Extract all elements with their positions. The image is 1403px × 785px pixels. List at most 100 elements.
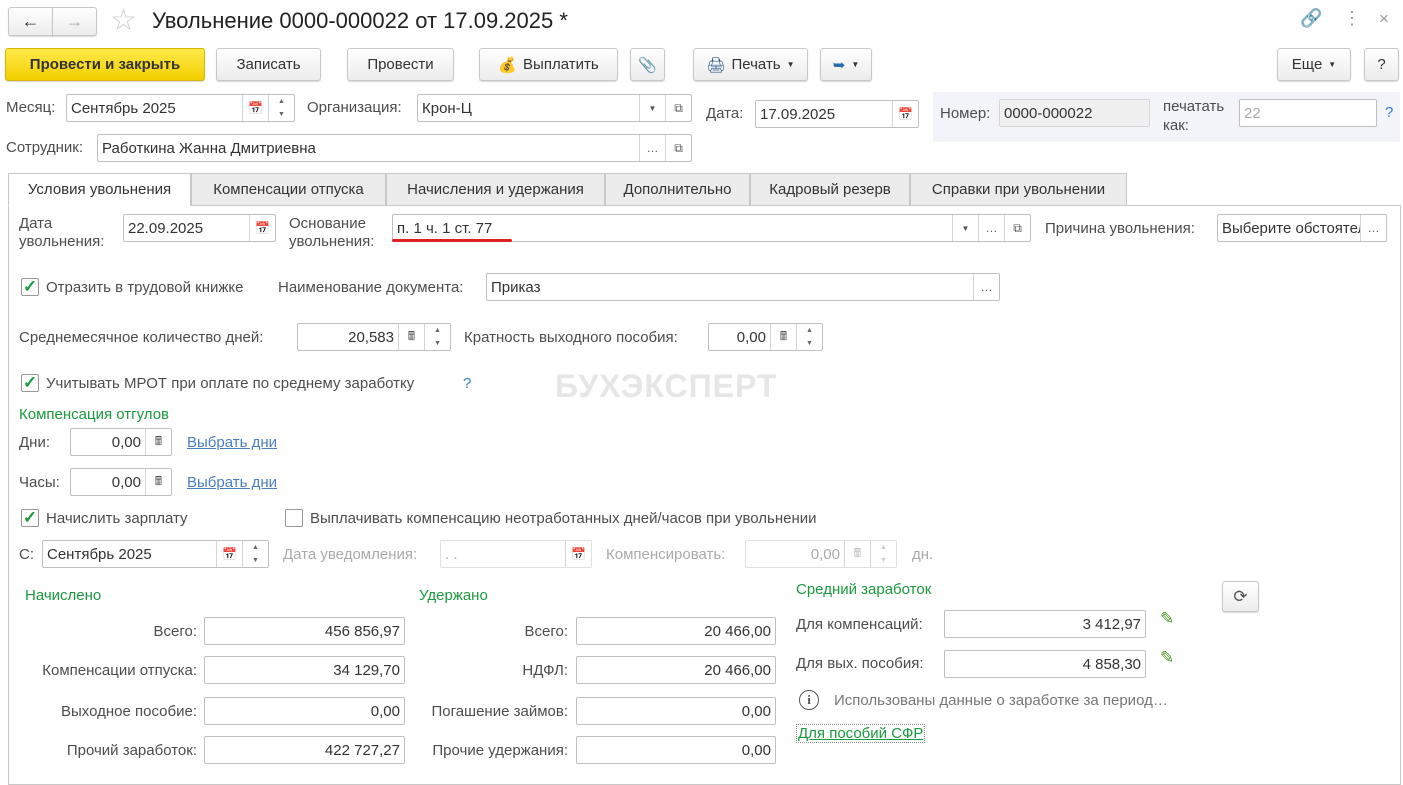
number-field: 0000-000022 (999, 99, 1150, 127)
open-icon[interactable]: ⧉ (665, 95, 691, 121)
calculator-icon: 🖩 (844, 541, 870, 567)
dismissal-date-field[interactable]: 22.09.2025 📅 (123, 214, 276, 242)
choose-days-link[interactable]: Выбрать дни (187, 434, 277, 451)
back-button[interactable]: ← (8, 7, 53, 36)
month-field[interactable]: Сентябрь 2025 📅 ▲ ▼ (66, 94, 295, 122)
reason-field[interactable]: Выберите обстоятельства… (1217, 214, 1387, 242)
withheld-row-value: 20 466,00 (704, 622, 771, 640)
days-field[interactable]: 0,00 🖩 (70, 428, 172, 456)
calculator-icon[interactable]: 🖩 (145, 469, 171, 495)
print-button[interactable]: 🖨 Печать ▼ (693, 48, 808, 81)
pencil-icon[interactable]: ✎ (1160, 648, 1174, 668)
withheld-row-field: 0,00 (576, 736, 776, 764)
accrue-salary-label: Начислить зарплату (46, 510, 188, 527)
close-icon[interactable]: × (1379, 9, 1389, 29)
withheld-row-field: 0,00 (576, 697, 776, 725)
tab-certificates[interactable]: Справки при увольнении (910, 173, 1127, 206)
withheld-row-field: 20 466,00 (576, 617, 776, 645)
avg-comp-field[interactable]: 3 412,97 (944, 610, 1146, 638)
chevron-down-icon: ▼ (1328, 60, 1337, 69)
select-ellipsis-icon[interactable]: … (1360, 215, 1386, 241)
notice-date-field: . . 📅 (440, 540, 592, 568)
more-vertical-icon[interactable]: ⋮ (1343, 8, 1361, 29)
calendar-icon[interactable]: 📅 (892, 101, 918, 127)
accrued-row-label: Выходное пособие: (61, 703, 197, 720)
sfr-benefits-link[interactable]: Для пособий СФР (796, 724, 926, 743)
arrow-left-icon: ← (21, 11, 40, 31)
help-button[interactable]: ? (1364, 48, 1399, 81)
tab-accruals-deductions[interactable]: Начисления и удержания (386, 173, 605, 206)
compensate-label: Компенсировать: (606, 546, 726, 563)
pay-button[interactable]: 💰 Выплатить (479, 48, 618, 81)
attach-button[interactable]: 📎 (630, 48, 665, 81)
avg-days-field[interactable]: 20,583 🖩 ▲ ▼ (297, 323, 451, 351)
calculator-icon[interactable]: 🖩 (770, 324, 796, 350)
accrue-salary-checkbox[interactable]: ✓ (21, 509, 39, 527)
employee-field[interactable]: Работкина Жанна Дмитриевна… ⧉ (97, 134, 692, 162)
mrot-help-icon[interactable]: ? (463, 375, 471, 392)
pencil-icon[interactable]: ✎ (1160, 609, 1174, 629)
tab-vacation-compensation[interactable]: Компенсации отпуска (191, 173, 386, 206)
severance-mult-field[interactable]: 0,00 🖩 ▲ ▼ (708, 323, 823, 351)
save-button[interactable]: Записать (216, 48, 321, 81)
choose-days-hours-link[interactable]: Выбрать дни (187, 474, 277, 491)
severance-mult-stepper[interactable]: ▲ ▼ (796, 324, 822, 350)
withheld-row-value: 0,00 (741, 702, 771, 720)
favorite-star-icon[interactable]: ☆ (110, 3, 137, 38)
calendar-icon[interactable]: 📅 (249, 215, 275, 241)
link-icon[interactable]: 🔗 (1300, 8, 1322, 29)
month-label: Месяц: (6, 99, 56, 116)
notice-date-label: Дата уведомления: (283, 546, 418, 563)
export-button[interactable]: ➥ ▼ (820, 48, 872, 81)
post-button[interactable]: Провести (347, 48, 454, 81)
help-icon[interactable]: ? (1385, 104, 1393, 121)
avg-sev-label: Для вых. пособия: (796, 655, 924, 672)
select-ellipsis-icon[interactable]: … (978, 215, 1004, 241)
withheld-title: Удержано (419, 587, 488, 604)
workbook-checkbox[interactable]: ✓ (21, 278, 39, 296)
basis-field[interactable]: п. 1 ч. 1 ст. 77 ▼… ⧉ (392, 214, 1031, 242)
select-ellipsis-icon[interactable]: … (973, 274, 999, 300)
print-as-label: печатать как: (1163, 98, 1225, 134)
hours-field[interactable]: 0,00 🖩 (70, 468, 172, 496)
docname-field[interactable]: Приказ… (486, 273, 1000, 301)
calculator-icon[interactable]: 🖩 (145, 429, 171, 455)
calendar-icon: 📅 (565, 541, 591, 567)
refresh-button[interactable]: ⟳ (1222, 581, 1259, 612)
tab-additional[interactable]: Дополнительно (605, 173, 750, 206)
from-label: С: (19, 546, 34, 563)
avg-sev-field[interactable]: 4 858,30 (944, 650, 1146, 678)
tab-hr-reserve[interactable]: Кадровый резерв (750, 173, 910, 206)
date-field[interactable]: 17.09.2025 📅 (755, 100, 919, 128)
post-and-close-button[interactable]: Провести и закрыть (5, 48, 205, 81)
accrued-title: Начислено (25, 587, 102, 604)
dropdown-icon[interactable]: ▼ (639, 95, 665, 121)
month-stepper[interactable]: ▲ ▼ (268, 95, 294, 121)
from-month-stepper[interactable]: ▲ ▼ (242, 541, 268, 567)
hours-label: Часы: (19, 474, 60, 491)
org-field[interactable]: Крон-Ц ▼ ⧉ (417, 94, 692, 122)
dropdown-icon[interactable]: ▼ (952, 215, 978, 241)
open-icon[interactable]: ⧉ (1004, 215, 1030, 241)
mrot-checkbox[interactable]: ✓ (21, 374, 39, 392)
select-ellipsis-icon[interactable]: … (639, 135, 665, 161)
tab-dismissal-conditions[interactable]: Условия увольнения (8, 173, 191, 206)
calculator-icon[interactable]: 🖩 (398, 324, 424, 350)
avg-days-label: Среднемесячное количество дней: (19, 329, 264, 346)
from-month-field[interactable]: Сентябрь 2025 📅 ▲ ▼ (42, 540, 269, 568)
forward-button[interactable]: → (52, 7, 97, 36)
open-icon[interactable]: ⧉ (665, 135, 691, 161)
calendar-icon[interactable]: 📅 (242, 95, 268, 121)
printer-icon: 🖨 (706, 56, 726, 74)
refresh-icon: ⟳ (1233, 586, 1248, 606)
docname-label: Наименование документа: (278, 279, 464, 296)
reason-label: Причина увольнения: (1045, 220, 1195, 237)
pay-compensation-checkbox[interactable] (285, 509, 303, 527)
avg-days-stepper[interactable]: ▲ ▼ (424, 324, 450, 350)
timeoff-section-title: Компенсация отгулов (19, 406, 169, 423)
print-as-field[interactable]: 22 (1239, 99, 1377, 127)
more-button[interactable]: Еще ▼ (1277, 48, 1351, 81)
calendar-icon[interactable]: 📅 (216, 541, 242, 567)
withheld-row-field: 20 466,00 (576, 656, 776, 684)
info-icon: i (799, 690, 819, 710)
